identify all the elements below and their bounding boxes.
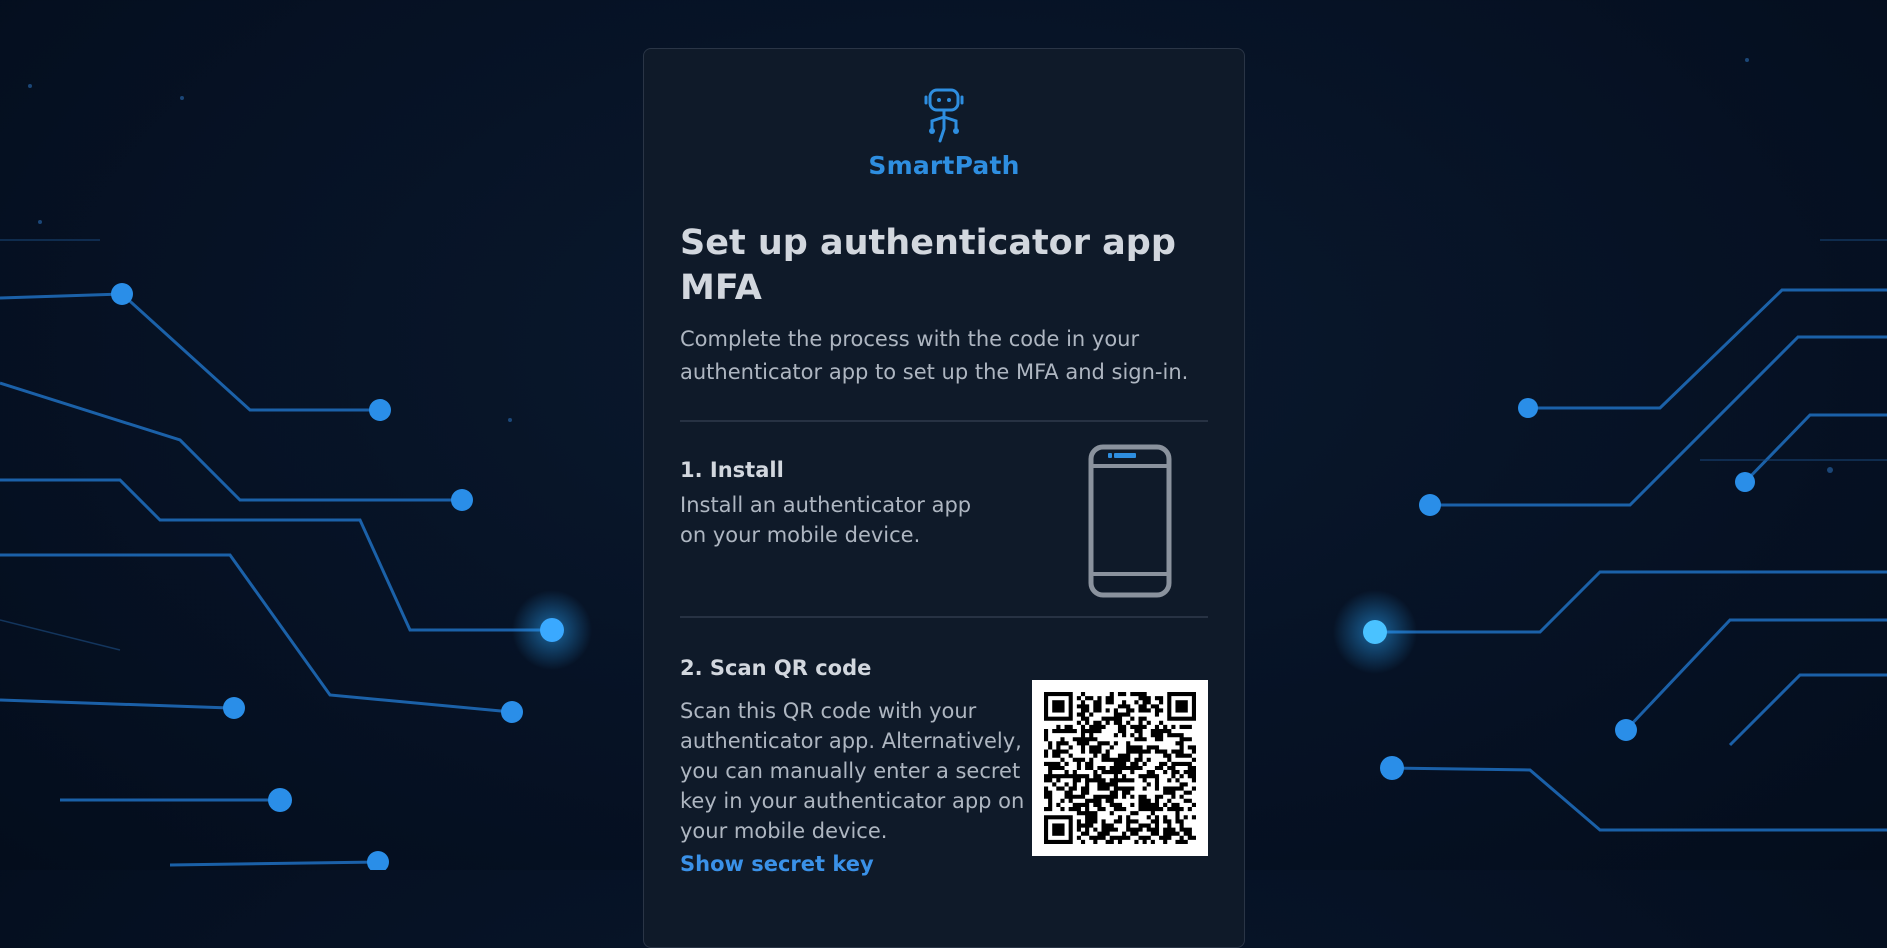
qr-code-icon xyxy=(1032,680,1208,856)
page-description: Complete the process with the code in yo… xyxy=(680,327,1189,384)
step-install-text: Install an authenticator app on your mob… xyxy=(680,493,972,547)
step-scan: 2. Scan QR code Scan this QR code with y… xyxy=(680,618,1208,878)
step-scan-title: 2. Scan QR code xyxy=(680,656,872,680)
brand-logo: SmartPath xyxy=(644,85,1244,180)
mobile-phone-icon xyxy=(1088,444,1172,598)
step-install-title: 1. Install xyxy=(680,458,784,482)
page-title: Set up authenticator app MFA xyxy=(680,223,1176,308)
card-content: Set up authenticator app MFA Complete th… xyxy=(680,221,1208,878)
robot-icon xyxy=(924,88,964,143)
brand-name: SmartPath xyxy=(868,151,1020,180)
mfa-setup-card: SmartPath Set up authenticator app MFA C… xyxy=(643,48,1245,948)
show-secret-key-link[interactable]: Show secret key xyxy=(680,852,874,876)
step-install: 1. Install Install an authenticator app … xyxy=(680,422,1208,616)
step-scan-text: Scan this QR code with your authenticato… xyxy=(680,699,1025,843)
